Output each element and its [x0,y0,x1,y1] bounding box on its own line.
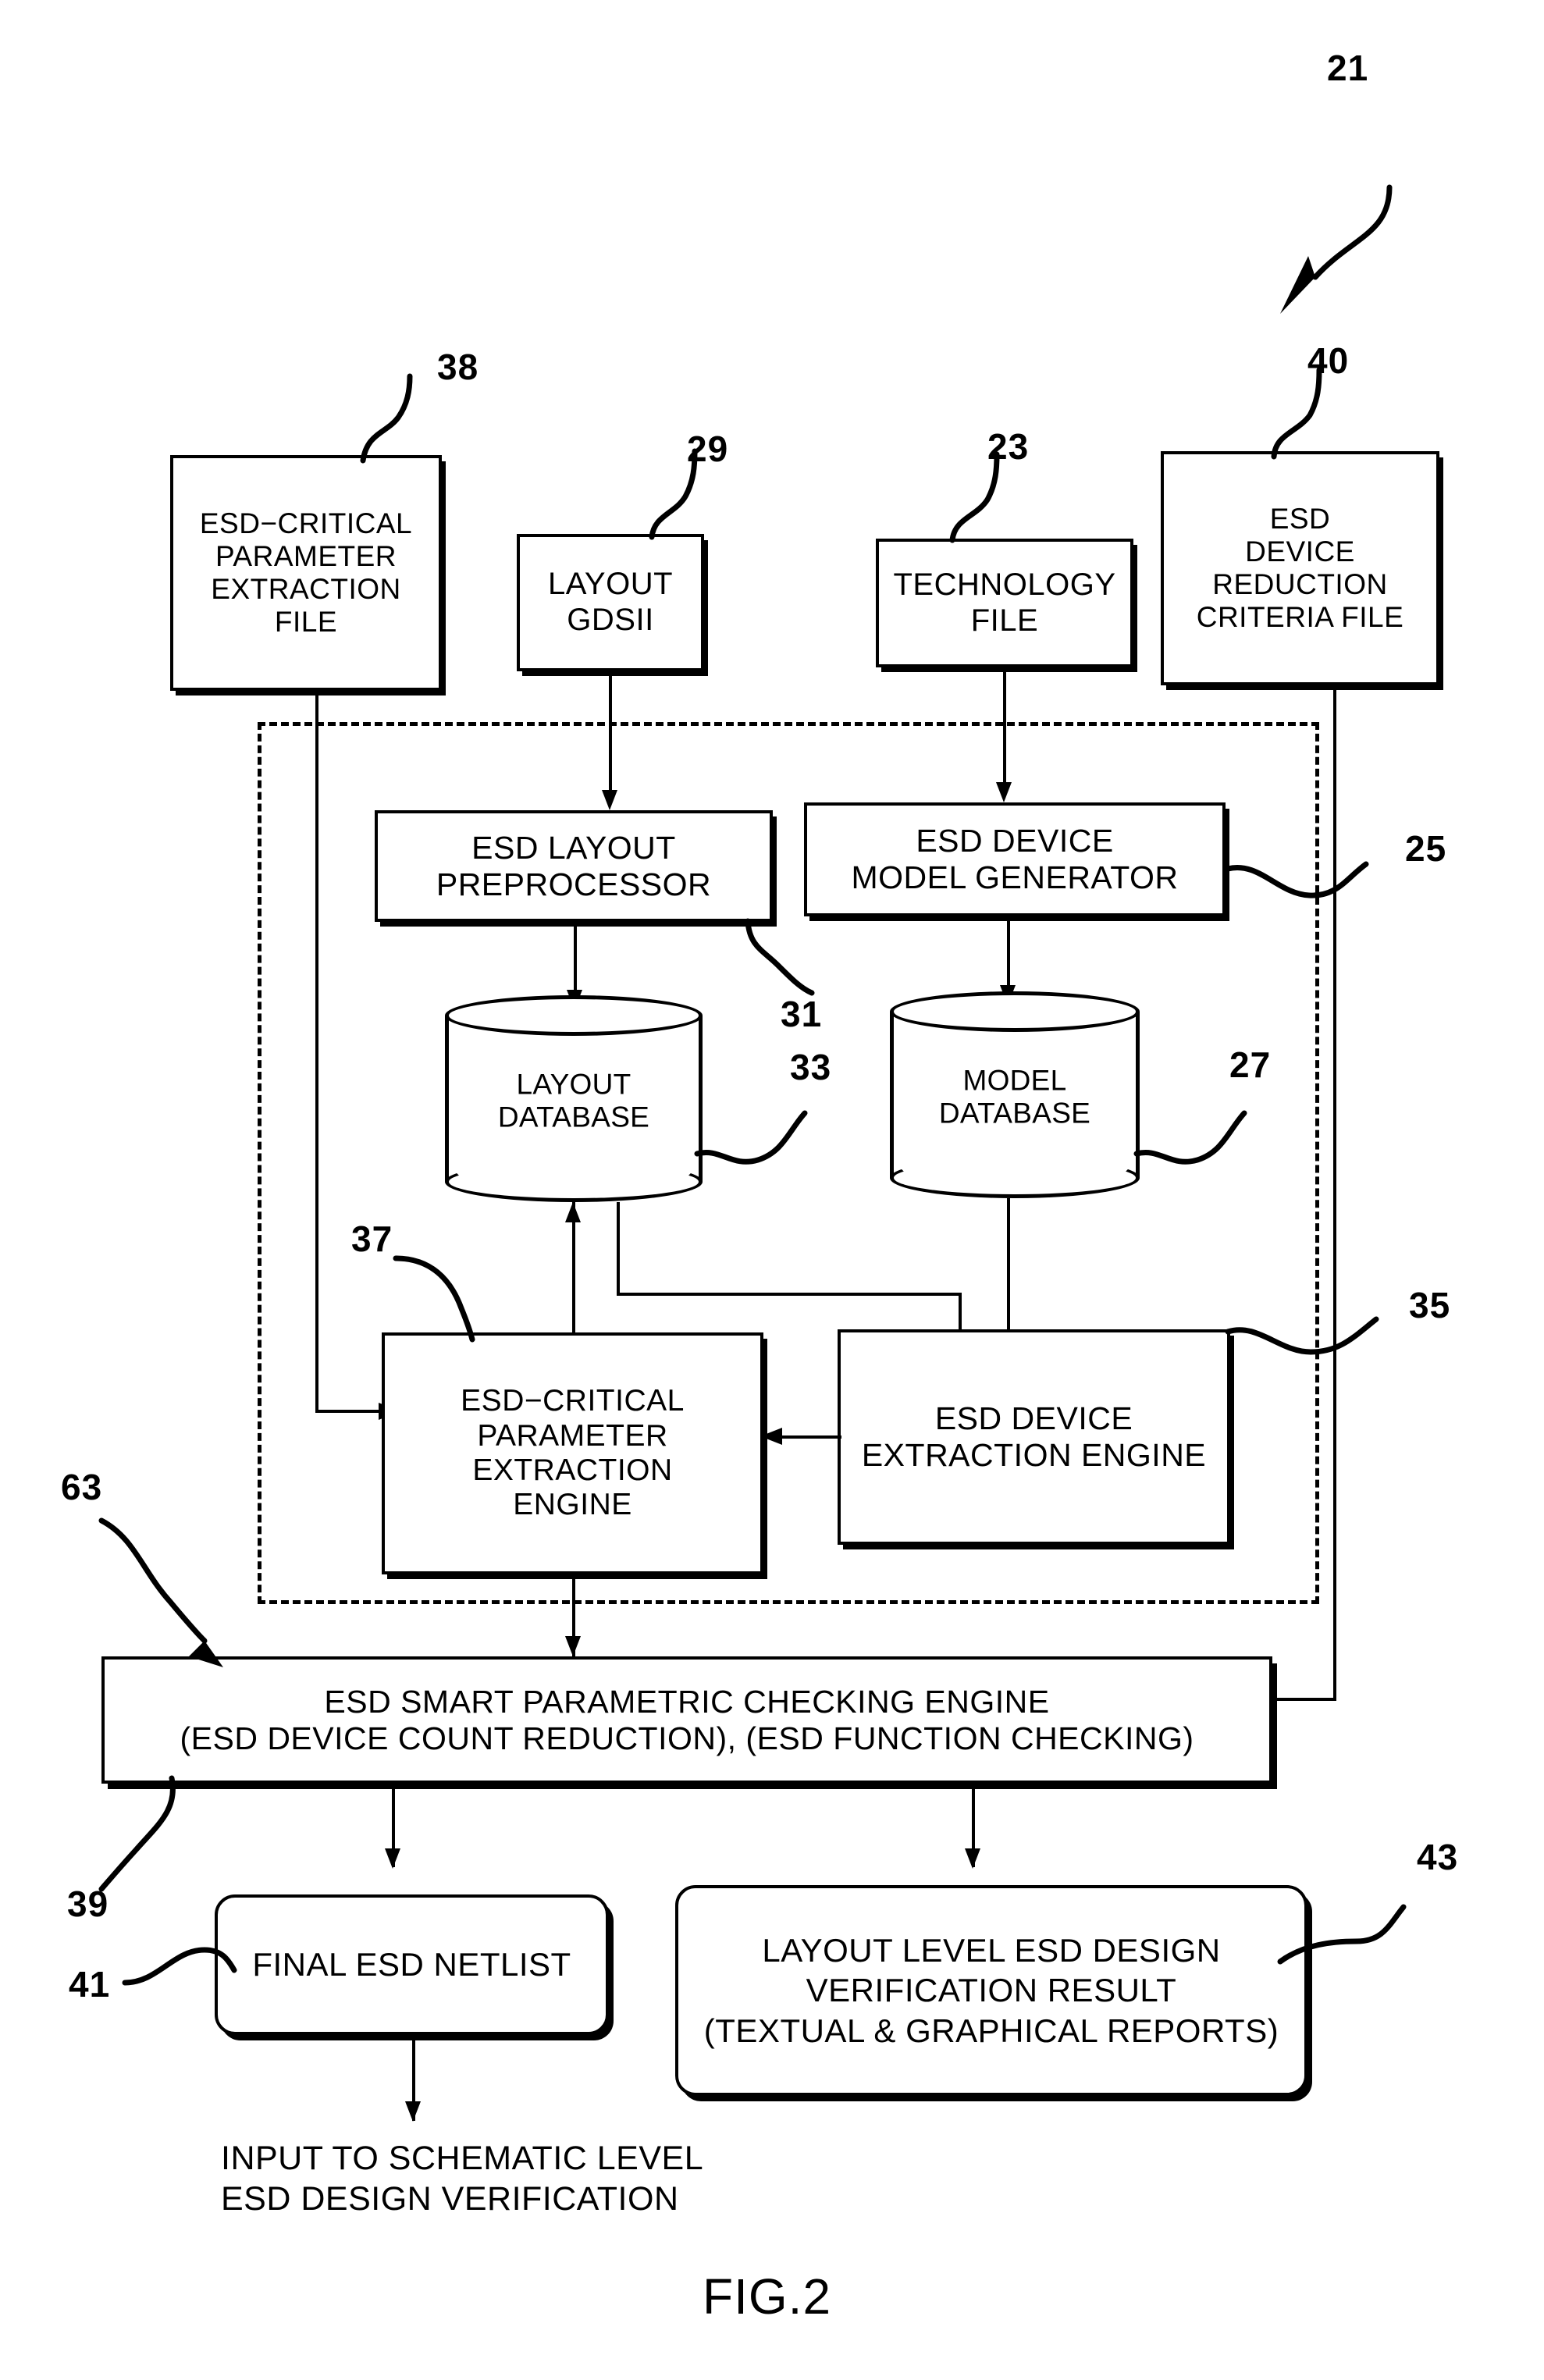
param-engine-line-3: EXTRACTION [472,1453,673,1487]
file-23-line-1: TECHNOLOGY [893,567,1116,602]
patent-figure-page: 21 ESD−CRITICAL PARAMETER EXTRACTION FIL… [0,0,1544,2380]
layout-gdsii-box: LAYOUT GDSII [517,534,704,671]
arrowhead-into-final-esd-netlist [385,1848,400,1869]
arrowhead-into-verification-result [965,1848,980,1869]
param-engine-line-4: ENGINE [513,1488,632,1522]
ref-numeral-21: 21 [1327,48,1369,88]
connector-layoutdb-branch-horizontal [617,1293,962,1296]
esd-layout-preprocessor-box: ESD LAYOUT PREPROCESSOR [375,810,773,922]
ref-numeral-40: 40 [1307,340,1350,381]
layout-database-cylinder: LAYOUT DATABASE [445,995,703,1202]
arrowhead-into-checking-engine-top [565,1636,581,1656]
verification-result-line-2: VERIFICATION RESULT [806,1972,1177,2009]
file-38-line-1: ESD−CRITICAL [199,507,413,539]
arrowhead-into-footer-note [405,2101,421,2122]
ref-numeral-31: 31 [781,994,823,1034]
file-29-line-2: GDSII [567,603,654,637]
verification-result-line-3: (TEXTUAL & GRAPHICAL REPORTS) [703,2012,1279,2049]
preprocessor-line-1: ESD LAYOUT [471,829,676,866]
ref-numeral-37: 37 [351,1218,393,1259]
arrowhead-into-layout-preprocessor [602,790,617,810]
device-engine-line-1: ESD DEVICE [934,1400,1133,1437]
ref-numeral-27: 27 [1229,1044,1272,1085]
connector-40-horizontal [1272,1698,1336,1701]
lead-line-43 [1277,1904,1407,1965]
preprocessor-line-2: PREPROCESSOR [436,866,712,902]
footer-note-line-1: INPUT TO SCHEMATIC LEVEL [221,2140,704,2177]
lead-line-33 [694,1110,808,1165]
connector-23-vertical [1003,667,1006,792]
lead-line-27 [1133,1110,1247,1165]
lead-line-41 [122,1947,237,1986]
file-38-line-2: PARAMETER [215,539,397,572]
model-generator-line-2: MODEL GENERATOR [851,859,1179,895]
layout-database-label: LAYOUT DATABASE [445,1068,703,1135]
ref-numeral-38: 38 [437,347,479,387]
ref-numeral-43: 43 [1417,1837,1459,1877]
figure-label: FIG.2 [703,2268,832,2325]
layout-db-line-1: LAYOUT [516,1068,631,1101]
file-29-line-1: LAYOUT [547,567,674,602]
connector-38-vertical [315,691,318,1413]
verification-result-line-1: LAYOUT LEVEL ESD DESIGN [762,1932,1221,1969]
ref-numeral-35: 35 [1409,1285,1451,1325]
arrowhead-into-model-generator [996,782,1012,802]
model-db-line-2: DATABASE [938,1097,1091,1130]
ref-numeral-39: 39 [67,1884,109,1924]
technology-file-box: TECHNOLOGY FILE [876,539,1133,667]
layout-level-esd-design-verification-result-box: LAYOUT LEVEL ESD DESIGN VERIFICATION RES… [675,1885,1307,2096]
connector-29-vertical [609,671,612,800]
lead-line-29 [649,448,698,540]
connector-layoutdb-branch-vertical [617,1202,620,1296]
ref-numeral-23: 23 [987,426,1030,467]
arrowhead-up-into-layout-db [565,1202,581,1222]
esd-device-reduction-criteria-file-box: ESD DEVICE REDUCTION CRITERIA FILE [1161,451,1439,685]
ref-numeral-33: 33 [790,1047,832,1087]
model-database-label: MODEL DATABASE [890,1064,1140,1131]
footer-note: INPUT TO SCHEMATIC LEVEL ESD DESIGN VERI… [221,2139,703,2219]
esd-critical-parameter-extraction-file-box: ESD−CRITICAL PARAMETER EXTRACTION FILE [170,455,442,691]
esd-device-model-generator-box: ESD DEVICE MODEL GENERATOR [804,802,1226,916]
lead-line-63 [98,1517,223,1667]
param-engine-line-2: PARAMETER [477,1418,668,1453]
ref-numeral-25: 25 [1405,828,1447,869]
layout-database-top-ellipse [445,995,703,1036]
ref-numeral-41: 41 [69,1964,111,2005]
esd-device-extraction-engine-box: ESD DEVICE EXTRACTION ENGINE [838,1329,1230,1545]
checking-engine-line-1: ESD SMART PARAMETRIC CHECKING ENGINE [324,1683,1050,1720]
device-engine-line-2: EXTRACTION ENGINE [861,1437,1207,1473]
connector-device-to-param-engine [781,1435,841,1439]
footer-note-line-2: ESD DESIGN VERIFICATION [221,2179,679,2218]
file-40-line-1: ESD [1269,502,1331,535]
layout-db-line-2: DATABASE [497,1101,650,1133]
param-engine-line-1: ESD−CRITICAL [461,1384,685,1418]
file-40-line-2: DEVICE [1245,535,1355,567]
file-40-line-3: REDUCTION [1212,568,1388,600]
ref-numeral-63: 63 [61,1467,103,1507]
netlist-line-1: FINAL ESD NETLIST [252,1946,571,1983]
esd-critical-parameter-extraction-engine-box: ESD−CRITICAL PARAMETER EXTRACTION ENGINE [382,1332,763,1574]
file-23-line-2: FILE [970,603,1039,638]
model-database-bottom-ellipse [890,1158,1140,1198]
ref-numeral-29: 29 [687,429,729,469]
arrowhead-device-to-param-engine [760,1428,782,1445]
connector-40-vertical [1333,685,1336,1700]
lead-line-21 [1280,184,1393,314]
file-38-line-4: FILE [274,606,338,639]
model-generator-line-1: ESD DEVICE [916,823,1114,859]
lead-line-25 [1225,861,1369,898]
model-database-cylinder: MODEL DATABASE [890,991,1140,1198]
connector-38-horizontal [315,1410,386,1413]
checking-engine-line-2: (ESD DEVICE COUNT REDUCTION), (ESD FUNCT… [180,1720,1194,1756]
model-database-top-ellipse [890,991,1140,1032]
file-40-line-4: CRITERIA FILE [1196,601,1404,634]
layout-database-bottom-ellipse [445,1162,703,1202]
model-db-line-1: MODEL [962,1064,1067,1097]
final-esd-netlist-box: FINAL ESD NETLIST [215,1894,609,2035]
file-38-line-3: EXTRACTION [211,573,401,605]
lead-line-35 [1225,1316,1379,1355]
